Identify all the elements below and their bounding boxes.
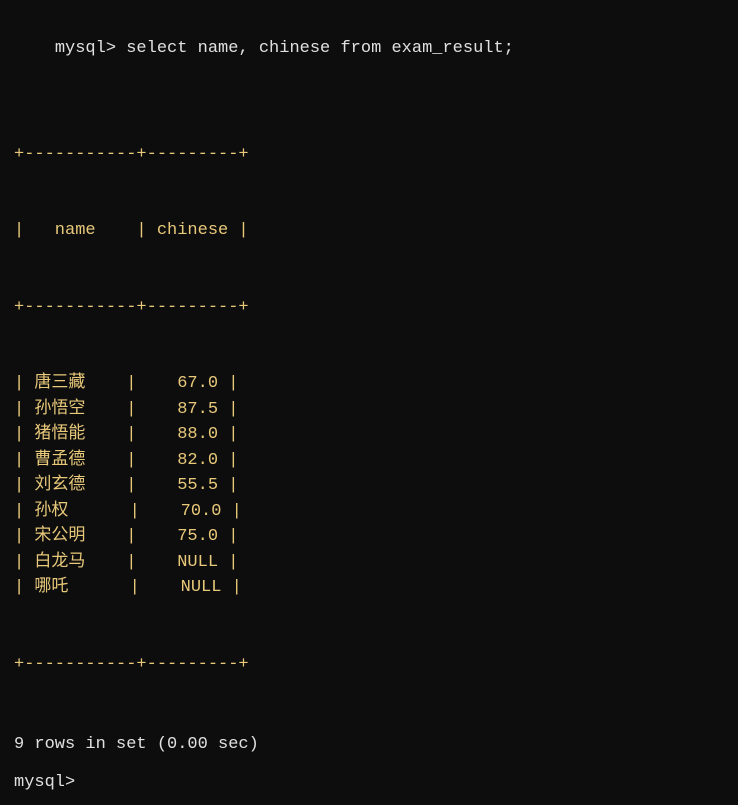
table-row: | 哪吒 | NULL | — [14, 575, 724, 601]
table-row: | 白龙马 | NULL | — [14, 550, 724, 576]
separator-top: +-----------+---------+ — [14, 142, 724, 168]
separator-bottom: +-----------+---------+ — [14, 652, 724, 678]
table-header: | name | chinese | — [14, 218, 724, 244]
table-row: | 猪悟能 | 88.0 | — [14, 422, 724, 448]
terminal-window: mysql> select name, chinese from exam_re… — [14, 10, 724, 795]
table-row: | 孙权 | 70.0 | — [14, 499, 724, 525]
separator-mid: +-----------+---------+ — [14, 295, 724, 321]
table-container: +-----------+---------+ | name | chinese… — [14, 91, 724, 729]
result-info: 9 rows in set (0.00 sec) — [14, 732, 724, 758]
table-row: | 孙悟空 | 87.5 | — [14, 397, 724, 423]
table-rows: | 唐三藏 | 67.0 || 孙悟空 | 87.5 || 猪悟能 | 88.0… — [14, 371, 724, 601]
table-row: | 曹孟德 | 82.0 | — [14, 448, 724, 474]
table-row: | 唐三藏 | 67.0 | — [14, 371, 724, 397]
table-row: | 刘玄德 | 55.5 | — [14, 473, 724, 499]
table-row: | 宋公明 | 75.0 | — [14, 524, 724, 550]
mysql-prompt[interactable]: mysql> — [14, 770, 724, 796]
command-line: mysql> select name, chinese from exam_re… — [14, 10, 724, 87]
command-text: mysql> select name, chinese from exam_re… — [55, 39, 514, 58]
